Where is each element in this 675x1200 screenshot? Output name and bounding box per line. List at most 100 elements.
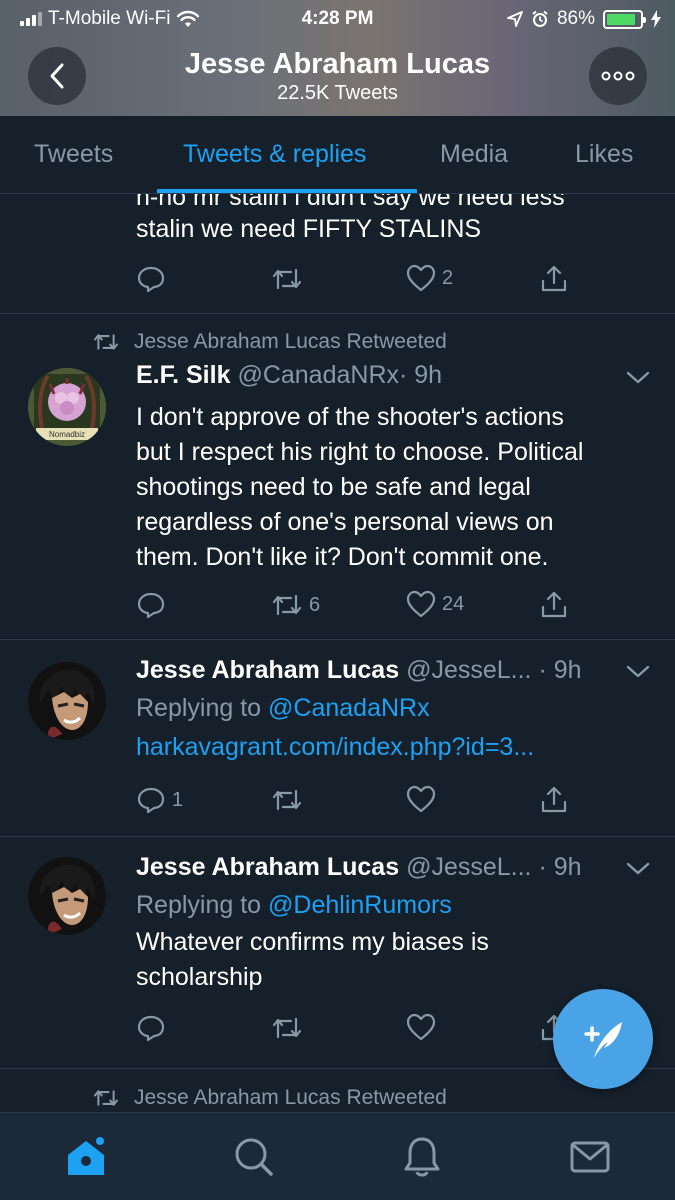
tweet-item[interactable]: Jesse Abraham Lucas Retweeted Nomadbiz E… [0, 314, 675, 640]
notifications-icon [404, 1137, 440, 1177]
like-count: 2 [442, 266, 454, 289]
nav-messages[interactable] [568, 1135, 612, 1184]
retweet-icon [93, 1090, 119, 1106]
tweet-header: E.F. Silk @CanadaNRx· 9h [136, 361, 442, 390]
charging-icon [651, 10, 661, 28]
tab-likes[interactable]: Likes [575, 140, 633, 169]
avatar-image [28, 857, 106, 935]
active-tab-indicator [157, 189, 417, 193]
retweet-icon [272, 1017, 302, 1039]
author-name[interactable]: Jesse Abraham Lucas [136, 853, 399, 881]
tweet-text-line: shootings need to be safe and legal [136, 473, 531, 501]
avatar[interactable] [28, 662, 106, 740]
retweeted-by-label: Jesse Abraham Lucas Retweeted [134, 330, 447, 353]
profile-tabs: Tweets Tweets & replies Media Likes [0, 116, 675, 194]
retweet-count: 6 [309, 593, 321, 616]
reply-icon [137, 1015, 165, 1042]
author-handle[interactable]: @JesseL... [406, 656, 531, 684]
tweet-text-line: scholarship [136, 963, 263, 991]
retweeted-by: Jesse Abraham Lucas Retweeted [92, 1086, 447, 1110]
tweet-time: · 9h [538, 656, 582, 684]
replying-to-label: Replying to [136, 891, 262, 919]
retweet-button[interactable]: 6 [271, 590, 320, 620]
author-name[interactable]: Jesse Abraham Lucas [136, 656, 399, 684]
retweet-button[interactable] [271, 785, 309, 815]
heart-icon [406, 1013, 436, 1041]
tweet-text: stalin we need FIFTY STALINS [136, 215, 482, 243]
profile-header: T-Mobile Wi-Fi 4:28 PM 86% Jesse Abraham… [0, 0, 675, 116]
tweet-text-line: n-no mr stalin i didn't say we need less [136, 194, 565, 211]
reply-icon [137, 787, 165, 814]
battery-percent: 86% [556, 8, 595, 29]
reply-icon [137, 266, 165, 293]
nav-home[interactable] [64, 1135, 108, 1184]
tab-tweets-and-replies[interactable]: Tweets & replies [183, 140, 366, 169]
more-icon [601, 71, 635, 81]
like-button[interactable]: 2 [406, 264, 453, 292]
compose-tweet-button[interactable] [553, 989, 653, 1089]
like-button[interactable] [406, 1013, 442, 1041]
retweet-icon [93, 334, 119, 350]
retweet-button[interactable] [271, 1013, 309, 1043]
avatar[interactable] [28, 857, 106, 935]
tweet-header: Jesse Abraham Lucas @JesseL... · 9h [136, 853, 582, 882]
share-button[interactable] [539, 785, 569, 815]
replying-to-handle[interactable]: @DehlinRumors [268, 891, 452, 919]
retweet-button[interactable] [271, 264, 309, 294]
share-icon [541, 265, 567, 292]
like-button[interactable]: 24 [406, 590, 464, 618]
page-title: Jesse Abraham Lucas [184, 48, 491, 80]
chevron-down-icon[interactable] [625, 664, 651, 680]
tweet-text-line: I don't approve of the shooter's actions [136, 403, 564, 431]
replying-to-label: Replying to [136, 694, 262, 722]
retweeted-by-label: Jesse Abraham Lucas Retweeted [134, 1086, 447, 1109]
reply-button[interactable] [136, 1013, 172, 1043]
share-icon [541, 591, 567, 618]
tweet-text-line: regardless of one's personal views on [136, 508, 554, 536]
nav-notifications[interactable] [400, 1135, 444, 1184]
bottom-navigation [0, 1112, 675, 1200]
heart-icon [406, 264, 436, 292]
reply-button[interactable] [136, 590, 172, 620]
tweet-count: 22.5K Tweets [277, 82, 398, 104]
author-name[interactable]: E.F. Silk [136, 361, 230, 389]
tweet-actions: 2 [136, 264, 586, 296]
replying-to-handle[interactable]: @CanadaNRx [268, 694, 430, 722]
search-icon [235, 1138, 273, 1176]
home-icon [68, 1137, 104, 1175]
retweet-icon [272, 268, 302, 290]
tweet-item[interactable]: Jesse Abraham Lucas @JesseL... · 9h Repl… [0, 640, 675, 837]
tab-media[interactable]: Media [440, 140, 508, 169]
chevron-down-icon[interactable] [625, 861, 651, 877]
avatar-caption: Nomadbiz [49, 430, 85, 439]
avatar[interactable]: Nomadbiz [28, 368, 106, 446]
tweet-actions: 1 [136, 785, 586, 817]
nav-search[interactable] [232, 1135, 276, 1184]
author-handle[interactable]: @CanadaNRx [237, 361, 399, 389]
share-button[interactable] [539, 264, 569, 294]
compose-tweet-icon [584, 1022, 622, 1058]
tab-tweets[interactable]: Tweets [34, 140, 113, 169]
retweeted-by: Jesse Abraham Lucas Retweeted [92, 330, 447, 354]
like-count: 24 [442, 592, 465, 615]
reply-button[interactable] [136, 264, 172, 294]
share-icon [541, 786, 567, 813]
alarm-icon [532, 10, 548, 27]
author-handle[interactable]: @JesseL... [406, 853, 531, 881]
tweet-item[interactable]: n-no mr stalin i didn't say we need less… [0, 194, 675, 314]
more-button[interactable] [589, 47, 647, 105]
chevron-down-icon[interactable] [625, 370, 651, 386]
status-right: 86% [507, 8, 661, 30]
tweet-header: Jesse Abraham Lucas @JesseL... · 9h [136, 656, 582, 685]
tweet-link[interactable]: harkavagrant.com/index.php?id=3... [136, 730, 656, 764]
avatar-image [28, 662, 106, 740]
share-button[interactable] [539, 590, 569, 620]
messages-icon [570, 1141, 610, 1173]
tweet-text-line: Whatever confirms my biases is [136, 928, 489, 956]
like-button[interactable] [406, 785, 442, 813]
reply-button[interactable]: 1 [136, 785, 183, 815]
timeline[interactable]: n-no mr stalin i didn't say we need less… [0, 194, 675, 1112]
tweet-time: · 9h [538, 853, 582, 881]
battery-icon [603, 9, 646, 29]
reply-count: 1 [172, 788, 184, 811]
